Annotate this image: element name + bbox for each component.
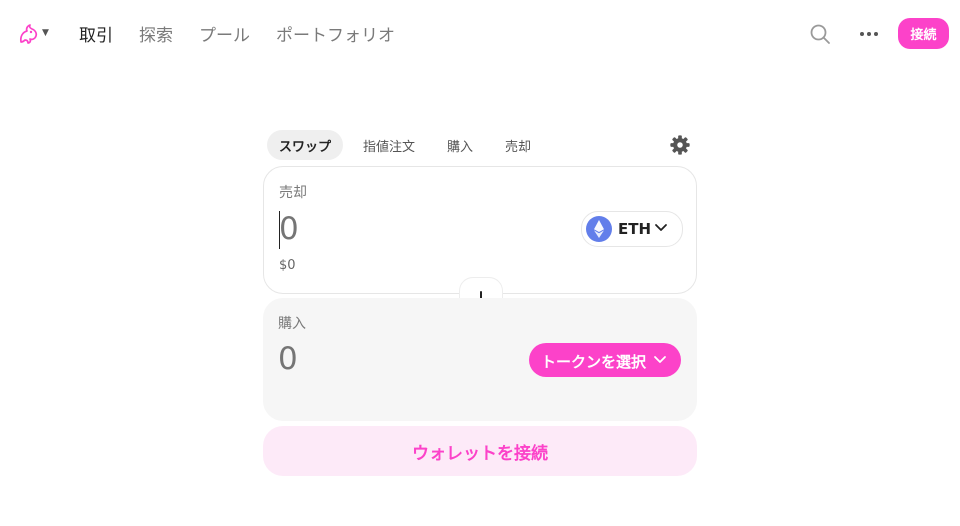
main-nav: 取引 探索 プール ポートフォリオ [79,21,395,46]
top-nav-bar: ▼ 取引 探索 プール ポートフォリオ 接続 [0,0,960,66]
chevron-down-icon [654,356,666,363]
nav-pool[interactable]: プール [199,21,250,46]
tab-sell[interactable]: 売却 [493,130,543,160]
sell-token-selector[interactable]: ETH [581,211,683,247]
sell-usd-value: $0 [279,258,296,273]
search-icon[interactable] [808,22,832,46]
tab-swap[interactable]: スワップ [267,130,344,160]
tab-buy[interactable]: 購入 [435,130,485,160]
select-token-label: トークンを選択 [541,353,647,371]
gear-icon[interactable] [669,134,691,156]
sell-amount-input[interactable] [279,211,529,247]
connect-wallet-button[interactable]: ウォレットを接続 [263,426,697,476]
swap-mode-tabs: スワップ 指値注文 購入 売却 [267,130,551,160]
nav-trade[interactable]: 取引 [79,21,113,46]
select-token-button[interactable]: トークンを選択 [529,343,681,377]
logo-menu-caret-icon[interactable]: ▼ [42,28,49,38]
buy-amount-input[interactable] [278,341,528,377]
sell-token-symbol: ETH [618,220,652,238]
buy-panel: 購入 トークンを選択 [263,298,697,421]
chevron-down-icon [655,224,667,231]
nav-portfolio[interactable]: ポートフォリオ [276,21,395,46]
eth-token-icon [586,216,612,242]
uniswap-logo-icon[interactable] [16,22,40,46]
nav-explore[interactable]: 探索 [139,21,173,46]
connect-button[interactable]: 接続 [898,18,949,49]
more-dots-icon[interactable] [856,22,882,46]
sell-label: 売却 [279,185,307,201]
sell-panel: 売却 $0 ETH [263,166,697,294]
buy-label: 購入 [278,316,306,332]
tab-limit-order[interactable]: 指値注文 [351,130,427,160]
